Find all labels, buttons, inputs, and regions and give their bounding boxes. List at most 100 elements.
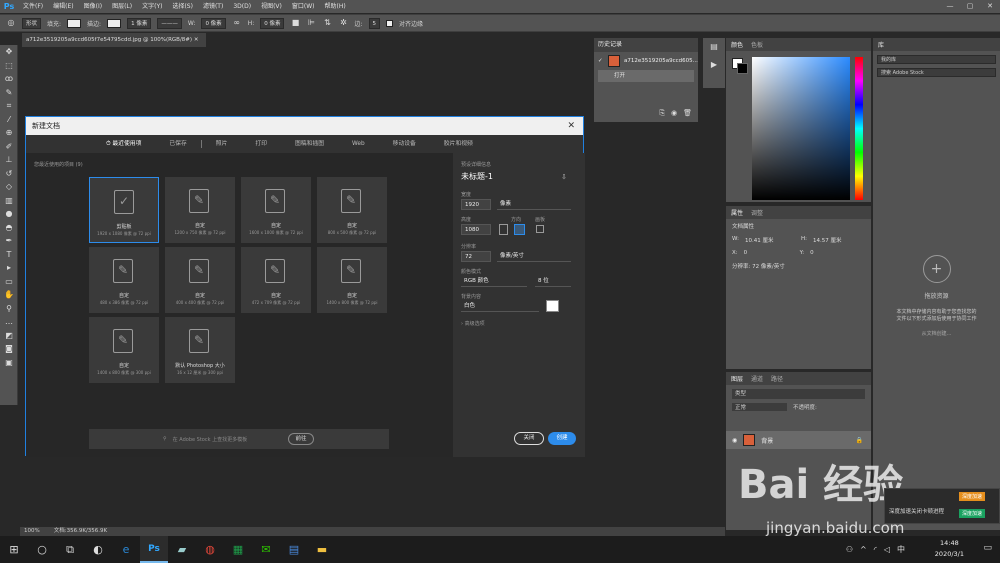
- save-preset-icon[interactable]: ⇩: [561, 173, 567, 181]
- shape-tool-icon[interactable]: ▭: [0, 275, 18, 289]
- history-panel-icon[interactable]: ▤: [703, 38, 725, 56]
- w-field[interactable]: 0 像素: [201, 17, 226, 29]
- fg-bg-swatch[interactable]: [732, 58, 748, 74]
- preset-card[interactable]: ✎ 自定 400 x 400 像素 @ 72 ppi: [165, 247, 235, 313]
- eraser-tool-icon[interactable]: ◇: [0, 180, 18, 194]
- crop-tool-icon[interactable]: ⌗: [0, 99, 18, 113]
- preset-card[interactable]: ✎ 自定 1600 x 1000 像素 @ 72 ppi: [241, 177, 311, 243]
- edge-icon[interactable]: e: [112, 536, 140, 563]
- tab-recent[interactable]: ⏱ 最近使用项: [92, 135, 156, 154]
- portrait-orientation-icon[interactable]: [499, 224, 508, 235]
- maximize-button[interactable]: ▢: [960, 0, 980, 13]
- lasso-tool-icon[interactable]: ꝏ: [0, 72, 18, 86]
- wechat-icon[interactable]: ✉: [252, 536, 280, 563]
- menu-help[interactable]: 帮助(H): [320, 0, 351, 13]
- stock-search-bar[interactable]: ⚲ 在 Adobe Stock 上查找更多模板: [89, 429, 389, 449]
- close-window-button[interactable]: ✕: [980, 0, 1000, 13]
- stroke-swatch[interactable]: [107, 18, 122, 28]
- add-icon[interactable]: +: [922, 255, 951, 283]
- camera-icon[interactable]: ◉: [671, 109, 677, 118]
- task-view-icon[interactable]: ⧉: [56, 536, 84, 563]
- doc-app-icon[interactable]: ▤: [280, 536, 308, 563]
- hand-tool-icon[interactable]: ✋: [0, 288, 18, 302]
- layer-filter[interactable]: 类型: [732, 389, 865, 399]
- document-name[interactable]: 未标题-1: [461, 171, 493, 182]
- preset-card[interactable]: ✎ 自定 1200 x 750 像素 @ 72 ppi: [165, 177, 235, 243]
- library-select[interactable]: 我的库: [877, 55, 996, 64]
- create-button[interactable]: 创建: [548, 432, 576, 445]
- tab-channels[interactable]: 通道: [751, 374, 763, 383]
- preset-card[interactable]: ✓ 剪贴板 1920 x 1080 像素 @ 72 ppi: [89, 177, 159, 243]
- tab-properties[interactable]: 属性: [731, 208, 743, 217]
- resolution-unit-select[interactable]: 像素/英寸: [497, 251, 571, 262]
- radius-field[interactable]: 5: [368, 17, 381, 29]
- color-field[interactable]: [752, 57, 850, 200]
- actions-panel-icon[interactable]: ▶: [703, 56, 725, 74]
- eyedropper-tool-icon[interactable]: ⁄: [0, 113, 18, 127]
- background-select[interactable]: 白色: [461, 301, 539, 312]
- zoom-level[interactable]: 100%: [24, 528, 40, 534]
- more-tools-icon[interactable]: …: [0, 315, 18, 329]
- menu-filter[interactable]: 滤镜(T): [198, 0, 228, 13]
- tab-paths[interactable]: 路径: [771, 374, 783, 383]
- dodge-tool-icon[interactable]: ◓: [0, 221, 18, 235]
- media-app-icon[interactable]: ◐: [84, 536, 112, 563]
- action-center-icon[interactable]: ▭: [983, 543, 992, 553]
- close-button[interactable]: 关闭: [514, 432, 544, 445]
- blur-tool-icon[interactable]: ●: [0, 207, 18, 221]
- screen-mode-icon[interactable]: ▣: [0, 356, 18, 370]
- background-color-swatch[interactable]: [546, 300, 559, 312]
- tab-libraries[interactable]: 库: [878, 40, 884, 49]
- zoom-tool-icon[interactable]: ⚲: [0, 302, 18, 316]
- menu-image[interactable]: 图像(I): [79, 0, 107, 13]
- search-circle-icon[interactable]: ○: [28, 536, 56, 563]
- menu-3d[interactable]: 3D(D): [228, 0, 256, 13]
- stroke-style-select[interactable]: ———: [157, 17, 182, 29]
- tab-art[interactable]: 图稿和插图: [281, 135, 338, 153]
- photoshop-taskbar-icon[interactable]: Ps: [140, 536, 168, 563]
- preset-card[interactable]: ✎ 自定 1400 x 800 像素 @ 72 ppi: [317, 247, 387, 313]
- bit-depth-select[interactable]: 8 位: [535, 276, 571, 287]
- quick-select-tool-icon[interactable]: ✎: [0, 86, 18, 100]
- excel-icon[interactable]: ▦: [224, 536, 252, 563]
- document-tab[interactable]: a712e3519205a9ccd605f7e54795cdd.jpg @ 10…: [22, 33, 206, 47]
- advanced-options-toggle[interactable]: › 高级选项: [461, 320, 485, 327]
- width-field[interactable]: 1920: [461, 199, 491, 210]
- blend-mode-select[interactable]: 正常: [732, 403, 787, 411]
- stroke-width-field[interactable]: 1 像素: [127, 17, 152, 29]
- tab-layers[interactable]: 图层: [731, 374, 743, 383]
- stamp-tool-icon[interactable]: ⊥: [0, 153, 18, 167]
- menu-window[interactable]: 窗口(W): [287, 0, 320, 13]
- ime-indicator[interactable]: 中: [897, 536, 905, 563]
- tab-swatches[interactable]: 色板: [751, 40, 763, 49]
- chrome-icon[interactable]: ◍: [196, 536, 224, 563]
- tab-photo[interactable]: 照片: [202, 135, 242, 153]
- color-mode-select[interactable]: RGB 颜色: [461, 276, 527, 287]
- windows-start-icon[interactable]: ⊞: [0, 536, 28, 563]
- healing-tool-icon[interactable]: ⊕: [0, 126, 18, 140]
- preset-card[interactable]: ✎ 自定 472 x 709 像素 @ 72 ppi: [241, 247, 311, 313]
- gradient-tool-icon[interactable]: ▥: [0, 194, 18, 208]
- new-doc-from-state-icon[interactable]: ⎘: [659, 109, 665, 118]
- width-unit-select[interactable]: 像素: [497, 199, 571, 210]
- path-arrange-icon[interactable]: ⇅: [322, 18, 332, 28]
- preset-card[interactable]: ✎ 自定 1400 x 800 像素 @ 300 ppi: [89, 317, 159, 383]
- menu-edit[interactable]: 编辑(E): [48, 0, 78, 13]
- preset-card[interactable]: ✎ 默认 Photoshop 大小 16 x 12 厘米 @ 300 ppi: [165, 317, 235, 383]
- pen-tool-icon[interactable]: ✒: [0, 234, 18, 248]
- preset-card[interactable]: ✎ 自定 800 x 500 像素 @ 72 ppi: [317, 177, 387, 243]
- notes-app-icon[interactable]: ▰: [168, 536, 196, 563]
- volume-icon[interactable]: ◁: [884, 536, 890, 563]
- brush-tool-icon[interactable]: ✐: [0, 140, 18, 154]
- dialog-close-icon[interactable]: ✕: [567, 117, 575, 135]
- artboard-checkbox[interactable]: [536, 225, 544, 233]
- tab-mobile[interactable]: 移动设备: [379, 135, 430, 153]
- go-button[interactable]: 前往: [288, 433, 314, 445]
- network-icon[interactable]: ◜: [874, 536, 877, 563]
- menu-layer[interactable]: 图层(L): [107, 0, 137, 13]
- h-field[interactable]: 0 像素: [260, 17, 285, 29]
- tab-film[interactable]: 胶片和视频: [430, 135, 487, 153]
- marquee-tool-icon[interactable]: ⬚: [0, 59, 18, 73]
- tab-saved[interactable]: 已保存: [155, 135, 200, 153]
- landscape-orientation-icon[interactable]: [514, 224, 525, 235]
